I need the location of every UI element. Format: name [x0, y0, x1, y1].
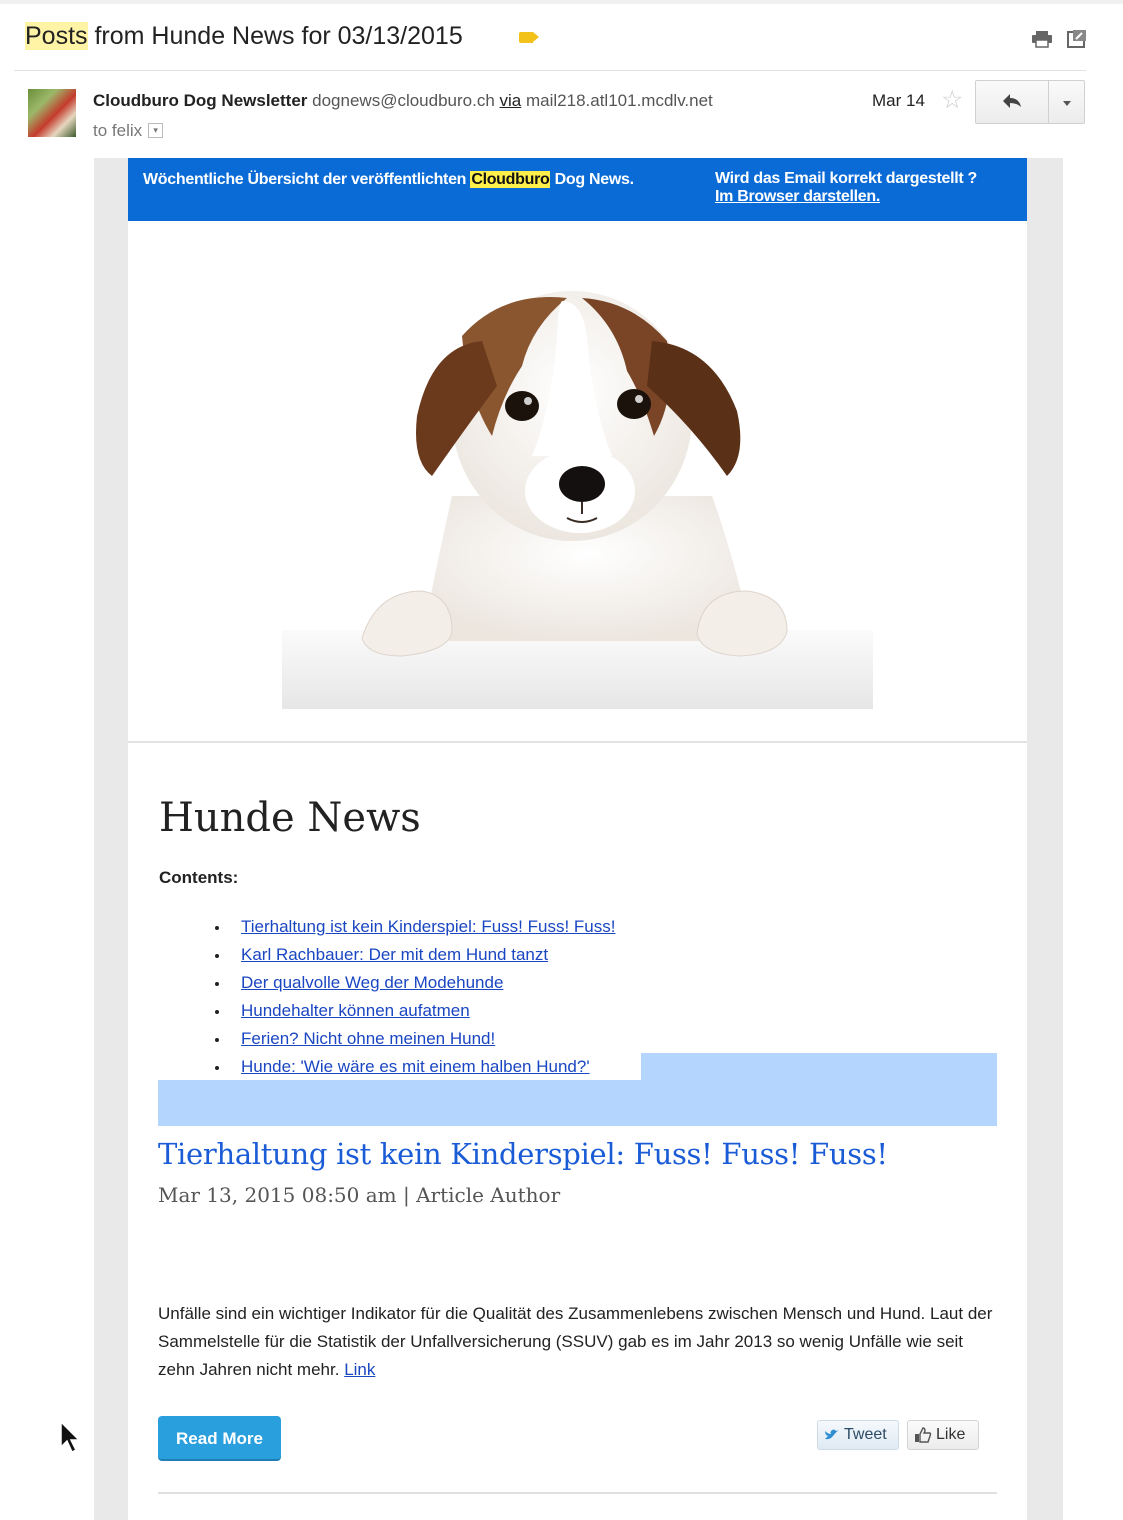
hero-divider — [128, 741, 1027, 743]
article-body: Unfälle sind ein wichtiger Indikator für… — [158, 1300, 1003, 1384]
header-divider — [14, 70, 1086, 71]
toc-link[interactable]: Karl Rachbauer: Der mit dem Hund tanzt — [241, 945, 548, 964]
table-of-contents: Tierhaltung ist kein Kinderspiel: Fuss! … — [212, 913, 615, 1081]
puppy-hero-image — [282, 291, 873, 709]
thumbs-up-icon — [915, 1427, 932, 1443]
article-title-link[interactable]: Tierhaltung ist kein Kinderspiel: Fuss! … — [158, 1137, 888, 1171]
article-link[interactable]: Link — [344, 1360, 375, 1379]
toc-link[interactable]: Der qualvolle Weg der Modehunde — [241, 973, 503, 992]
sender-line: Cloudburo Dog Newsletter dognews@cloudbu… — [93, 91, 713, 111]
mouse-cursor-icon — [60, 1421, 81, 1454]
intro-text-end: Dog News. — [550, 171, 634, 188]
email-subject: Posts from Hunde News for 03/13/2015 — [25, 22, 463, 51]
article-divider — [158, 1492, 997, 1494]
article-text: Unfälle sind ein wichtiger Indikator für… — [158, 1304, 993, 1379]
toc-link[interactable]: Hundehalter können aufatmen — [241, 1001, 470, 1020]
via-link[interactable]: via — [500, 91, 522, 110]
details-dropdown-icon[interactable]: ▾ — [148, 123, 164, 139]
browser-notice-text: Wird das Email korrekt dargestellt ? — [715, 170, 978, 187]
like-button[interactable]: Like — [907, 1420, 979, 1450]
contents-label: Contents: — [159, 868, 239, 887]
toc-link[interactable]: Ferien? Nicht ohne meinen Hund! — [241, 1029, 495, 1048]
sender-address: dognews@cloudburo.ch — [312, 91, 495, 110]
twitter-bird-icon — [825, 1429, 839, 1440]
recipient-label: to felix — [93, 121, 143, 140]
more-actions-button[interactable] — [1048, 80, 1085, 124]
tweet-button[interactable]: Tweet — [817, 1420, 899, 1450]
intro-text: Wöchentliche Übersicht der veröffentlich… — [143, 171, 471, 188]
recipient-line: to felix ▾ — [93, 121, 164, 141]
list-item: Ferien? Nicht ohne meinen Hund! — [212, 1025, 615, 1053]
subject-text: from Hunde News for 03/13/2015 — [87, 22, 463, 50]
reply-button[interactable] — [975, 80, 1049, 124]
list-item: Hunde: 'Wie wäre es mit einem halben Hun… — [212, 1053, 615, 1081]
list-item: Hundehalter können aufatmen — [212, 997, 615, 1025]
reply-icon — [1003, 94, 1021, 108]
newsletter-intro: Wöchentliche Übersicht der veröffentlich… — [143, 171, 634, 189]
sender-name[interactable]: Cloudburo Dog Newsletter — [93, 91, 307, 110]
email-date: Mar 14 — [872, 91, 925, 110]
list-item: Tierhaltung ist kein Kinderspiel: Fuss! … — [212, 913, 615, 941]
subject-highlight: Posts — [25, 22, 88, 50]
newsletter-header-bar: Wöchentliche Übersicht der veröffentlich… — [128, 158, 1027, 221]
view-in-browser-link[interactable]: Im Browser darstellen. — [715, 188, 977, 206]
label-tag-icon[interactable] — [519, 32, 539, 43]
toc-link[interactable]: Tierhaltung ist kein Kinderspiel: Fuss! … — [241, 917, 615, 936]
tweet-label: Tweet — [844, 1426, 887, 1443]
read-more-button[interactable]: Read More — [158, 1416, 281, 1461]
print-icon[interactable] — [1031, 30, 1053, 48]
newsletter-title: Hunde News — [159, 795, 421, 841]
toc-link[interactable]: Hunde: 'Wie wäre es mit einem halben Hun… — [241, 1057, 590, 1076]
star-icon[interactable]: ☆ — [941, 88, 963, 113]
top-border — [0, 0, 1123, 4]
sender-avatar[interactable] — [28, 89, 76, 137]
via-server: mail218.atl101.mcdlv.net — [526, 91, 713, 110]
list-item: Der qualvolle Weg der Modehunde — [212, 969, 615, 997]
article-meta: Mar 13, 2015 08:50 am | Article Author — [158, 1183, 561, 1207]
intro-highlight: Cloudburo — [470, 171, 551, 188]
new-window-icon[interactable] — [1067, 29, 1087, 49]
list-item: Karl Rachbauer: Der mit dem Hund tanzt — [212, 941, 615, 969]
like-label: Like — [936, 1426, 966, 1443]
browser-view-notice: Wird das Email korrekt dargestellt ? Im … — [715, 170, 977, 206]
